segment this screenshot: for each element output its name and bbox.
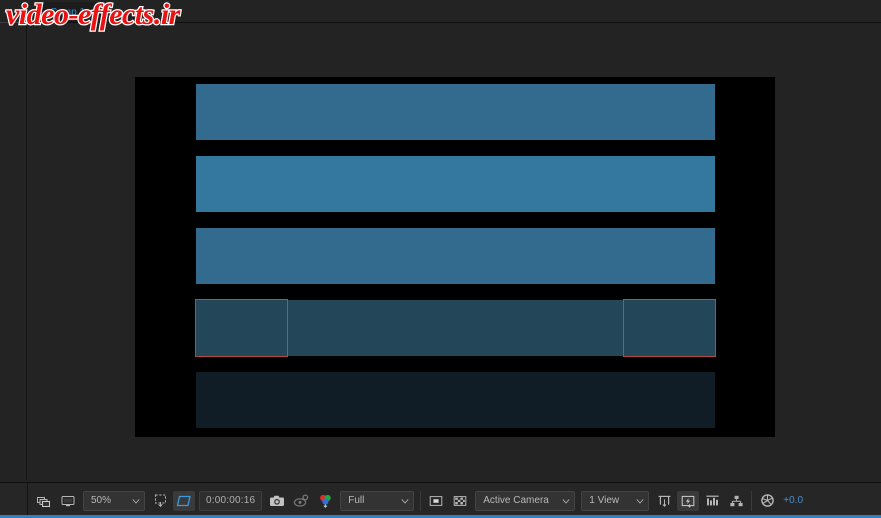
show-snapshot-glyph	[294, 494, 309, 507]
channels-icon[interactable]	[314, 491, 336, 511]
composition-frame	[135, 77, 775, 437]
toolbar-separator	[751, 490, 753, 511]
toolbar-left-gutter	[0, 483, 28, 518]
current-time-value: 0:00:00:16	[206, 495, 256, 506]
checkerboard-glyph	[453, 495, 467, 506]
zoom-value: 50%	[91, 495, 112, 506]
timeline-icon[interactable]	[701, 491, 723, 511]
view-layout-select[interactable]: 1 View	[581, 490, 650, 511]
camera-glyph	[270, 495, 285, 506]
left-rail-panel	[0, 23, 27, 480]
chevron-down-icon	[562, 498, 570, 504]
composition-flowchart-icon[interactable]	[725, 491, 747, 511]
fast-preview-glyph	[681, 495, 695, 508]
reset-exposure-icon[interactable]	[756, 491, 778, 511]
grid-guides-icon[interactable]	[149, 491, 171, 511]
panel-tab-strip: Comp 1 ×	[0, 0, 881, 23]
view-layout-value: 1 View	[589, 495, 620, 506]
composition-viewer[interactable]	[28, 24, 881, 480]
mask-visibility-glyph	[429, 495, 443, 506]
tab-label: Comp 1	[50, 7, 86, 18]
show-snapshot-icon[interactable]	[290, 491, 312, 511]
bar-1[interactable]	[196, 84, 715, 140]
main-viewer-icon[interactable]	[57, 491, 79, 511]
fast-previews-icon[interactable]	[677, 490, 700, 511]
zoom-select[interactable]: 50%	[83, 490, 145, 511]
chevron-down-icon	[132, 498, 140, 504]
always-preview-icon[interactable]	[33, 491, 55, 511]
tab-composition[interactable]: Comp 1 ×	[42, 2, 107, 22]
grid-guides-glyph	[154, 494, 166, 508]
chevron-down-icon	[401, 498, 409, 504]
viewer-toolbar: 50% 0:00:00:16 Full Active Camera 1 View…	[0, 482, 881, 518]
close-icon[interactable]: ×	[91, 7, 96, 17]
toolbar-separator	[420, 490, 422, 511]
always-preview-glyph	[37, 496, 50, 507]
toolbar-group-view: 50% 0:00:00:16 Full Active Camera 1 View…	[28, 483, 807, 518]
region-of-interest-icon[interactable]	[173, 490, 195, 511]
monitor-glyph	[61, 495, 75, 506]
bar-2[interactable]	[196, 156, 715, 212]
aperture-glyph	[760, 494, 774, 507]
bar-3[interactable]	[196, 228, 715, 284]
bar-5[interactable]	[196, 372, 715, 428]
toggle-mask-visibility-icon[interactable]	[425, 491, 447, 511]
pixel-aspect-ratio-icon[interactable]	[653, 491, 675, 511]
exposure-value[interactable]: +0.0	[779, 495, 803, 506]
camera-select[interactable]: Active Camera	[475, 490, 576, 511]
timeline-glyph	[706, 495, 719, 505]
pixel-aspect-glyph	[658, 495, 671, 507]
flowchart-glyph	[730, 495, 743, 506]
resolution-value: Full	[348, 495, 365, 506]
current-time-field[interactable]: 0:00:00:16	[199, 490, 263, 511]
region-of-interest-glyph	[176, 495, 191, 506]
chevron-down-icon	[636, 498, 644, 504]
bar-4[interactable]	[196, 300, 715, 356]
app-window: Comp 1 × 50% 0:00:00:16 Full Active Came…	[0, 0, 881, 518]
camera-value: Active Camera	[483, 495, 549, 506]
transparency-grid-icon[interactable]	[449, 491, 471, 511]
resolution-select[interactable]: Full	[340, 490, 415, 511]
take-snapshot-icon[interactable]	[266, 491, 288, 511]
rgb-channels-glyph	[319, 494, 331, 508]
